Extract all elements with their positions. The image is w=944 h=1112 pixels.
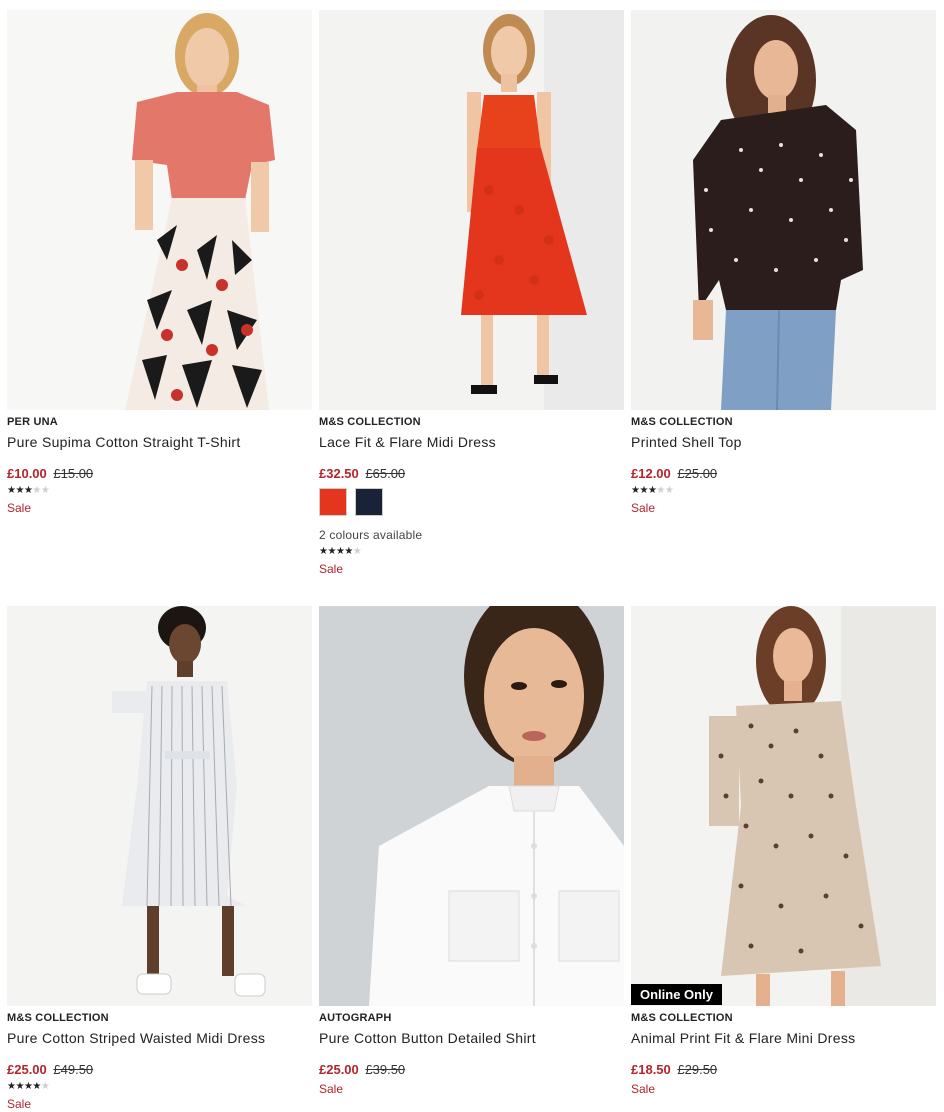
product-name[interactable]: Pure Cotton Button Detailed Shirt xyxy=(319,1030,624,1048)
sale-price: £10.00 xyxy=(7,466,47,481)
star-icon: ★ xyxy=(352,546,362,557)
product-price: £18.50 £29.50 xyxy=(631,1062,936,1078)
product-price: £32.50 £65.00 xyxy=(319,466,624,482)
sale-label: Sale xyxy=(631,501,656,515)
sale-price: £32.50 xyxy=(319,466,359,481)
product-image[interactable] xyxy=(319,606,624,1006)
product-brand: M&S COLLECTION xyxy=(631,416,733,428)
sale-price: £25.00 xyxy=(319,1062,359,1077)
star-icon: ★ xyxy=(40,1081,50,1092)
original-price: £25.00 xyxy=(677,466,718,481)
original-price: £49.50 xyxy=(53,1062,94,1077)
star-icon: ★ xyxy=(40,485,50,496)
sale-price: £25.00 xyxy=(7,1062,47,1077)
star-icon: ★ xyxy=(15,485,24,496)
colours-available: 2 colours available xyxy=(319,528,423,542)
product-card[interactable]: M&S COLLECTION Printed Shell Top £12.00 … xyxy=(631,10,936,516)
original-price: £15.00 xyxy=(53,466,94,481)
original-price: £39.50 xyxy=(365,1062,406,1077)
product-brand: M&S COLLECTION xyxy=(7,1012,109,1024)
product-price: £12.00 £25.00 xyxy=(631,466,936,482)
star-icon: ★ xyxy=(15,1081,24,1092)
colour-swatch-orange[interactable] xyxy=(319,488,347,516)
online-only-badge: Online Only xyxy=(631,984,722,1005)
rating-stars: ★★★★★ xyxy=(7,485,312,497)
product-price: £25.00 £39.50 xyxy=(319,1062,624,1078)
original-price: £29.50 xyxy=(677,1062,718,1077)
product-name[interactable]: Pure Cotton Striped Waisted Midi Dress xyxy=(7,1030,312,1048)
sale-price: £18.50 xyxy=(631,1062,671,1077)
product-name[interactable]: Pure Supima Cotton Straight T-Shirt xyxy=(7,434,312,452)
product-brand: M&S COLLECTION xyxy=(631,1012,733,1024)
star-icon: ★ xyxy=(32,485,41,496)
rating-stars: ★★★★★ xyxy=(631,485,936,497)
colour-swatch-navy[interactable] xyxy=(355,488,383,516)
product-image[interactable] xyxy=(7,10,312,410)
original-price: £65.00 xyxy=(365,466,406,481)
rating-stars: ★★★★★ xyxy=(7,1081,312,1093)
product-image[interactable] xyxy=(7,606,312,1006)
product-name[interactable]: Printed Shell Top xyxy=(631,434,936,452)
star-icon: ★ xyxy=(344,546,353,557)
product-brand: AUTOGRAPH xyxy=(319,1012,392,1024)
star-icon: ★ xyxy=(327,546,336,557)
product-image[interactable] xyxy=(631,10,936,410)
sale-label: Sale xyxy=(7,501,32,515)
rating-stars: ★★★★★ xyxy=(319,546,624,558)
product-image[interactable]: Online Only xyxy=(631,606,936,1006)
colour-swatches xyxy=(319,488,624,518)
star-icon: ★ xyxy=(664,485,674,496)
sale-price: £12.00 xyxy=(631,466,671,481)
product-name[interactable]: Lace Fit & Flare Midi Dress xyxy=(319,434,624,452)
product-price: £25.00 £49.50 xyxy=(7,1062,312,1078)
product-brand: M&S COLLECTION xyxy=(319,416,421,428)
sale-label: Sale xyxy=(319,562,344,576)
product-card[interactable]: Online Only M&S COLLECTION Animal Print … xyxy=(631,606,936,1097)
product-card[interactable]: M&S COLLECTION Pure Cotton Striped Waist… xyxy=(7,606,312,1112)
product-name[interactable]: Animal Print Fit & Flare Mini Dress xyxy=(631,1030,936,1048)
product-image[interactable] xyxy=(319,10,624,410)
product-price: £10.00 £15.00 xyxy=(7,466,312,482)
product-card[interactable]: M&S COLLECTION Lace Fit & Flare Midi Dre… xyxy=(319,10,624,577)
star-icon: ★ xyxy=(32,1081,41,1092)
sale-label: Sale xyxy=(631,1082,656,1096)
sale-label: Sale xyxy=(319,1082,344,1096)
product-brand: PER UNA xyxy=(7,416,58,428)
product-card[interactable]: AUTOGRAPH Pure Cotton Button Detailed Sh… xyxy=(319,606,624,1097)
star-half-icon: ★ xyxy=(656,485,665,496)
product-card[interactable]: PER UNA Pure Supima Cotton Straight T-Sh… xyxy=(7,10,312,516)
star-icon: ★ xyxy=(639,485,648,496)
